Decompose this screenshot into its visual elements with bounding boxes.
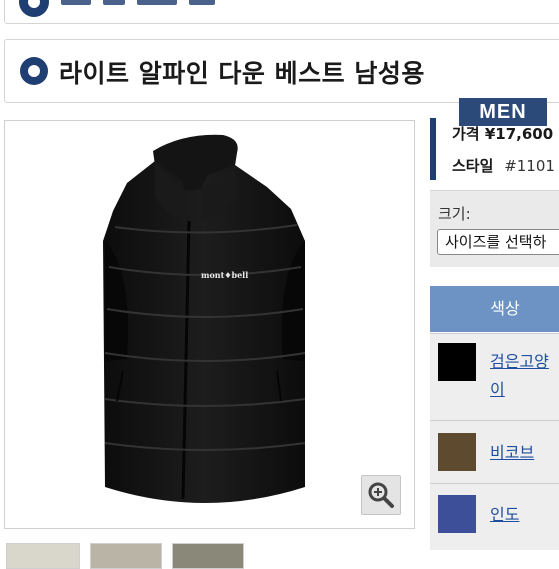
- style-label: 스타일: [452, 157, 494, 175]
- title-bullet-icon: [20, 57, 48, 85]
- banner-cropped-text: [61, 0, 281, 9]
- info-accent-bar: [430, 118, 436, 180]
- size-label: 크기:: [438, 205, 471, 223]
- color-swatch-indigo[interactable]: [438, 495, 476, 533]
- color-name-indigo[interactable]: 인도: [490, 501, 519, 529]
- banner-bullet-icon: [19, 0, 49, 17]
- size-section: 크기: 사이즈를 선택하: [430, 190, 559, 267]
- garment-logo: mont♦bell: [201, 270, 249, 280]
- color-row-black[interactable]: 검은고양 이: [430, 333, 559, 420]
- size-select[interactable]: 사이즈를 선택하: [437, 229, 559, 255]
- color-row-indigo[interactable]: 인도: [430, 483, 559, 550]
- style-number: #1101: [504, 157, 555, 175]
- product-title-bar: 라이트 알파인 다운 베스트 남성용 MEN: [4, 39, 559, 126]
- product-title: 라이트 알파인 다운 베스트 남성용: [59, 59, 425, 88]
- thumbnail-strip: [0, 543, 260, 569]
- thumbnail-2[interactable]: [90, 543, 162, 569]
- price: 가격 ¥17,600: [452, 125, 554, 143]
- top-banner: [4, 0, 559, 24]
- color-header: 색상: [430, 286, 559, 332]
- zoom-button[interactable]: [361, 475, 401, 515]
- color-row-brown[interactable]: 비코브: [430, 420, 559, 483]
- thumbnail-1[interactable]: [6, 543, 80, 569]
- color-name-brown[interactable]: 비코브: [490, 439, 534, 467]
- color-name-black[interactable]: 검은고양 이: [490, 348, 549, 404]
- color-header-label: 색상: [490, 299, 520, 318]
- gender-badge: MEN: [459, 98, 547, 126]
- thumbnail-3[interactable]: [172, 543, 244, 569]
- style-line: 스타일 #1101: [452, 155, 555, 176]
- color-swatch-brown[interactable]: [438, 433, 476, 471]
- product-image-panel: mont♦bell: [4, 120, 415, 529]
- product-image-vest: [103, 134, 306, 503]
- color-swatch-black[interactable]: [438, 343, 476, 381]
- magnifier-zoom-icon: [368, 482, 394, 508]
